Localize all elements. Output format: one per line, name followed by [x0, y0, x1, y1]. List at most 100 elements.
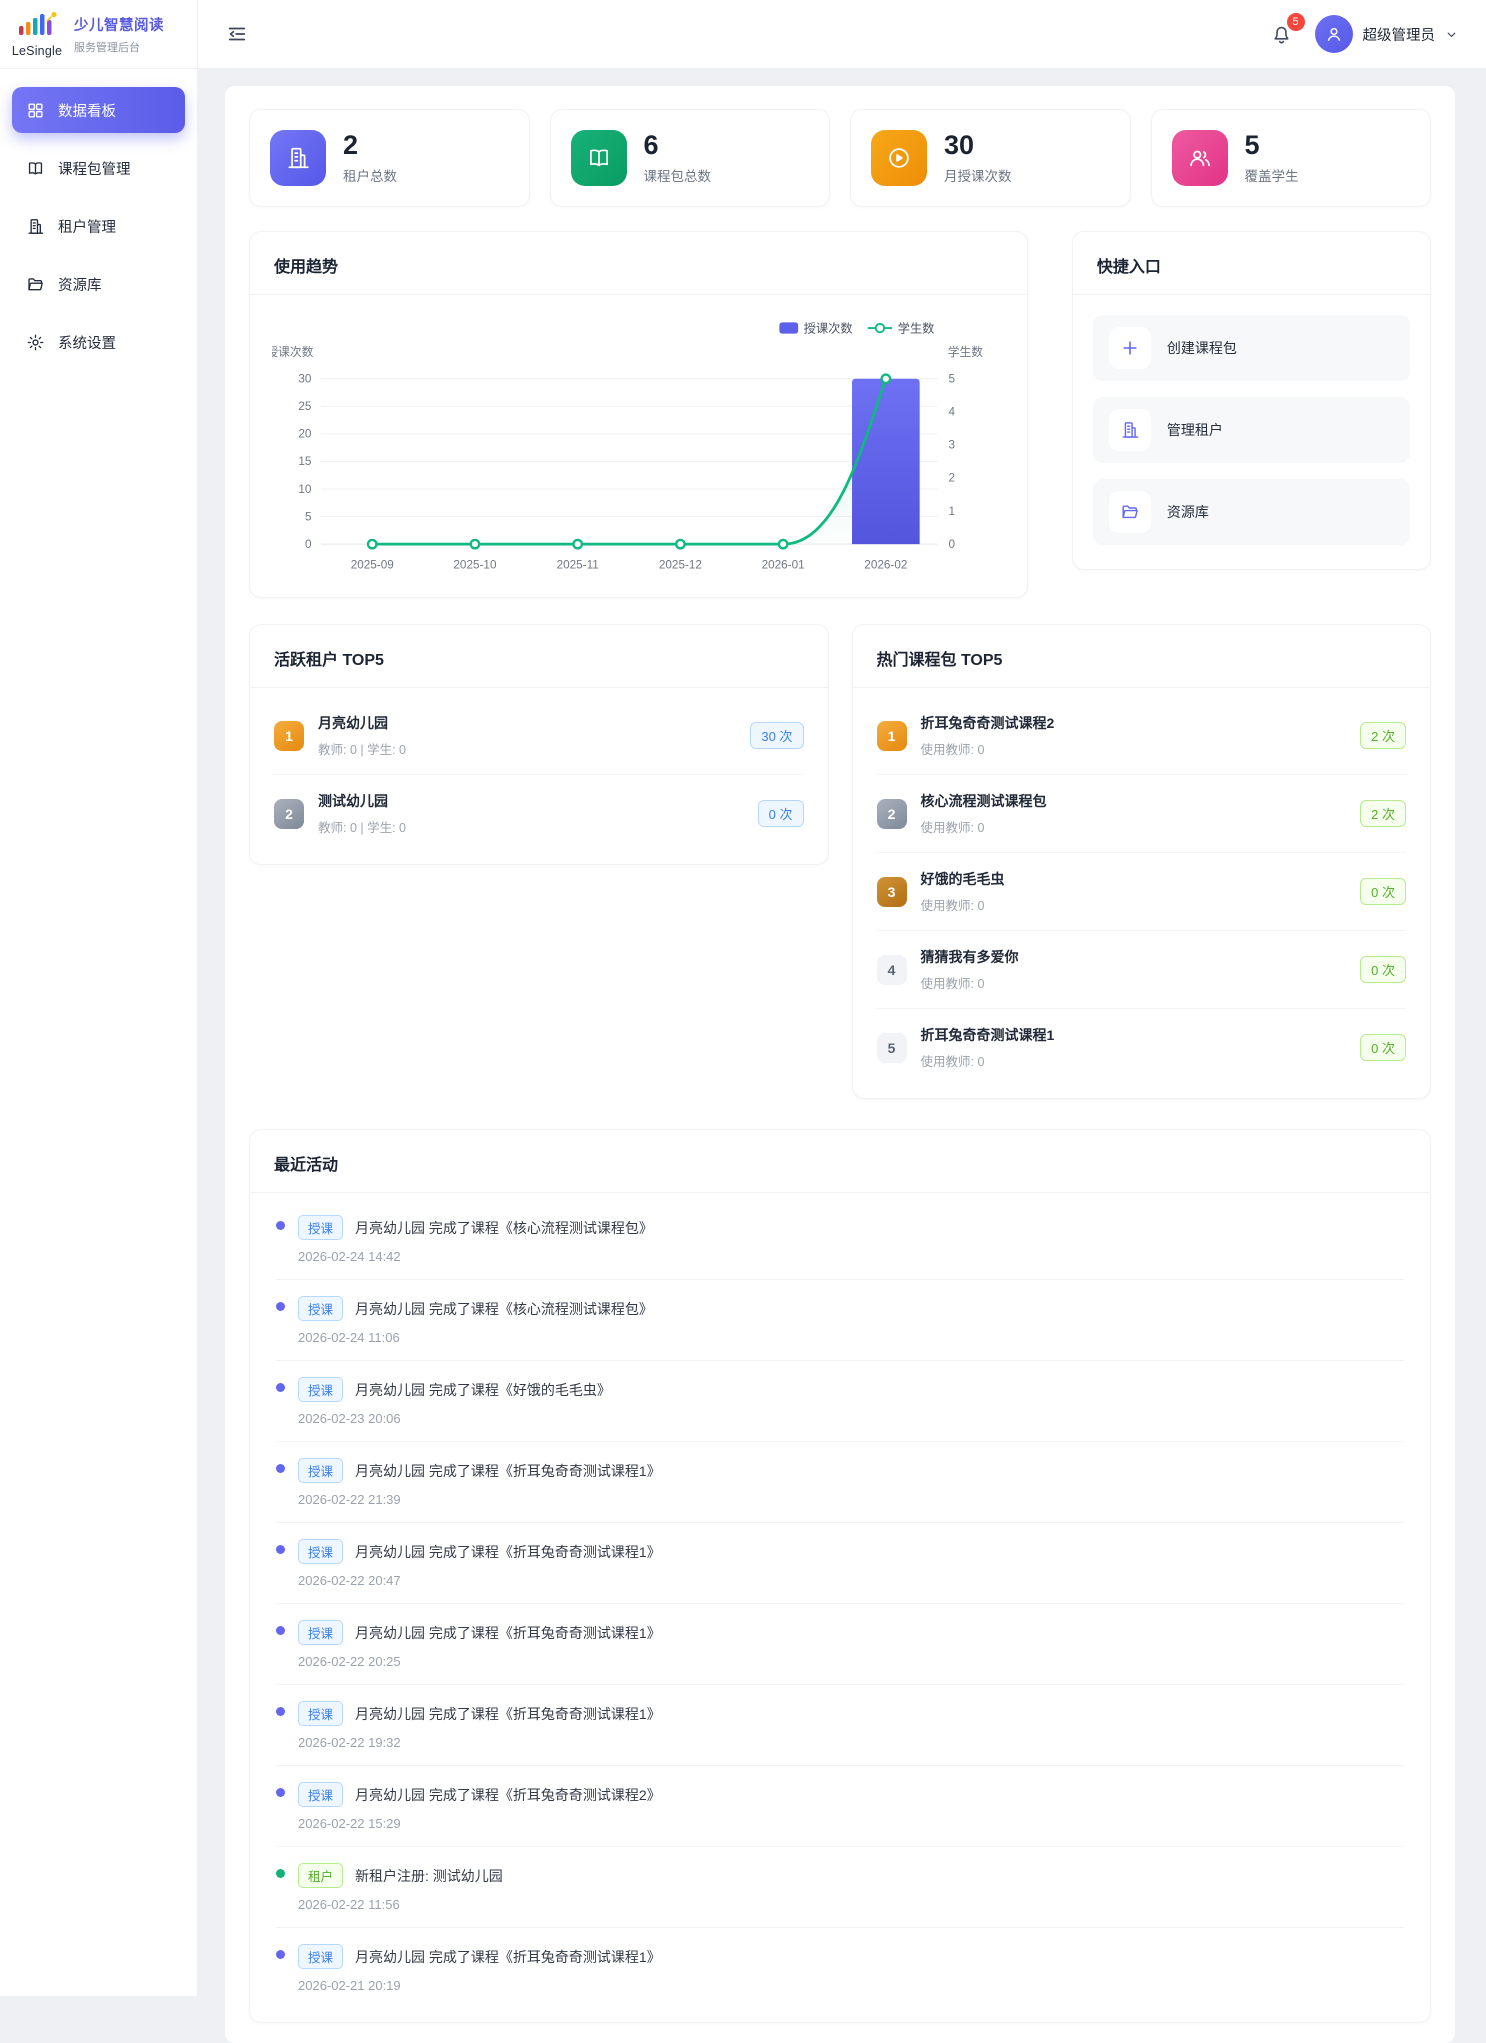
package-name: 折耳兔奇奇测试课程2: [921, 713, 1055, 733]
building-icon: [270, 130, 326, 186]
svg-text:30: 30: [298, 373, 312, 386]
card-title: 使用趋势: [250, 232, 1027, 295]
logo-bars-icon: [15, 11, 59, 42]
activity-item: 授课 月亮幼儿园 完成了课程《好饿的毛毛虫》 2026-02-23 20:06: [276, 1361, 1404, 1442]
person-icon: [1324, 24, 1344, 44]
sidebar: LeSingle 少儿智慧阅读 服务管理后台 数据看板 课程包: [0, 0, 198, 1996]
activity-tag: 租户: [298, 1863, 343, 1888]
tenant-name: 测试幼儿园: [318, 791, 406, 811]
svg-text:2: 2: [948, 472, 955, 485]
quick-entry-card: 快捷入口 创建课程包 管理租户: [1072, 231, 1431, 570]
activity-text: 月亮幼儿园 完成了课程《好饿的毛毛虫》: [355, 1380, 611, 1400]
activity-dot: [276, 1626, 285, 1635]
usage-trend-card: 使用趋势 051015202530012345授课次数学生数2025-09202…: [249, 231, 1028, 598]
count-badge: 2 次: [1360, 800, 1406, 827]
list-item: 2 测试幼儿园 教师: 0 | 学生: 0 0 次: [274, 775, 804, 852]
stat-value: 2: [343, 131, 397, 159]
activity-tag: 授课: [298, 1539, 343, 1564]
user-menu[interactable]: 超级管理员: [1315, 15, 1459, 53]
list-item: 4 猜猜我有多爱你 使用教师: 0 0 次: [877, 931, 1407, 1009]
sidebar-menu: 数据看板 课程包管理 租户管理: [0, 69, 197, 365]
list-item: 1 折耳兔奇奇测试课程2 使用教师: 0 2 次: [877, 697, 1407, 775]
building-icon: [26, 217, 45, 236]
package-name: 好饿的毛毛虫: [921, 869, 1005, 889]
package-name: 猜猜我有多爱你: [921, 947, 1019, 967]
svg-text:10: 10: [298, 483, 312, 496]
collapse-sidebar-button[interactable]: [222, 19, 252, 49]
quick-entry-manage-tenants[interactable]: 管理租户: [1093, 397, 1410, 463]
activity-dot: [276, 1545, 285, 1554]
sidebar-item-course-packages[interactable]: 课程包管理: [12, 145, 185, 191]
activity-tag: 授课: [298, 1782, 343, 1807]
package-name: 折耳兔奇奇测试课程1: [921, 1025, 1055, 1045]
activity-tag: 授课: [298, 1458, 343, 1483]
count-badge: 2 次: [1360, 722, 1406, 749]
activity-item: 授课 月亮幼儿园 完成了课程《折耳兔奇奇测试课程1》 2026-02-22 20…: [276, 1604, 1404, 1685]
stat-label: 覆盖学生: [1245, 165, 1299, 185]
activity-text: 月亮幼儿园 完成了课程《核心流程测试课程包》: [355, 1299, 653, 1319]
activity-tag: 授课: [298, 1701, 343, 1726]
svg-text:授课次数: 授课次数: [804, 321, 853, 336]
chevron-down-icon: [1445, 28, 1458, 41]
activity-item: 授课 月亮幼儿园 完成了课程《核心流程测试课程包》 2026-02-24 14:…: [276, 1199, 1404, 1280]
svg-text:2025-12: 2025-12: [659, 559, 702, 572]
stat-value: 5: [1245, 131, 1299, 159]
sidebar-item-dashboard[interactable]: 数据看板: [12, 87, 185, 133]
gear-icon: [26, 333, 45, 352]
quick-entry-label: 资源库: [1167, 502, 1209, 522]
activity-tag: 授课: [298, 1620, 343, 1645]
sidebar-item-resources[interactable]: 资源库: [12, 261, 185, 307]
rank-badge: 3: [877, 877, 907, 907]
activity-text: 月亮幼儿园 完成了课程《核心流程测试课程包》: [355, 1218, 653, 1238]
stat-value: 6: [644, 131, 712, 159]
activity-time: 2026-02-22 21:39: [298, 1492, 661, 1507]
tenant-sub: 教师: 0 | 学生: 0: [318, 739, 406, 758]
sidebar-item-label: 资源库: [58, 274, 102, 295]
avatar: [1315, 15, 1353, 53]
hot-packages-card: 热门课程包 TOP5 1 折耳兔奇奇测试课程2 使用教师: 0 2 次 2 核心…: [852, 624, 1432, 1099]
stat-label: 月授课次数: [944, 165, 1012, 185]
svg-text:5: 5: [305, 510, 312, 523]
svg-text:2025-11: 2025-11: [557, 559, 599, 572]
quick-entry-resources[interactable]: 资源库: [1093, 479, 1410, 545]
activity-dot: [276, 1464, 285, 1473]
sidebar-item-label: 数据看板: [58, 100, 116, 121]
topbar: 5 超级管理员: [198, 0, 1486, 69]
quick-entry-create-package[interactable]: 创建课程包: [1093, 315, 1410, 381]
activity-dot: [276, 1221, 285, 1230]
rank-badge: 1: [877, 721, 907, 751]
quick-entry-label: 管理租户: [1167, 420, 1223, 440]
package-sub: 使用教师: 0: [921, 1051, 1055, 1070]
activity-time: 2026-02-24 14:42: [298, 1249, 653, 1264]
package-sub: 使用教师: 0: [921, 817, 1047, 836]
activity-dot: [276, 1950, 285, 1959]
activity-text: 月亮幼儿园 完成了课程《折耳兔奇奇测试课程1》: [355, 1704, 661, 1724]
svg-text:2026-01: 2026-01: [762, 559, 805, 572]
svg-text:0: 0: [948, 538, 955, 551]
activity-item: 授课 月亮幼儿园 完成了课程《折耳兔奇奇测试课程1》 2026-02-22 21…: [276, 1442, 1404, 1523]
rank-badge: 2: [274, 799, 304, 829]
svg-text:2025-09: 2025-09: [351, 559, 394, 572]
usage-trend-chart[interactable]: 051015202530012345授课次数学生数2025-092025-102…: [272, 313, 1005, 587]
activity-tag: 授课: [298, 1944, 343, 1969]
package-sub: 使用教师: 0: [921, 739, 1055, 758]
activity-time: 2026-02-22 20:47: [298, 1573, 661, 1588]
activity-time: 2026-02-21 20:19: [298, 1978, 661, 1993]
stat-value: 30: [944, 131, 1012, 159]
svg-text:4: 4: [948, 406, 955, 419]
dashboard-icon: [26, 101, 45, 120]
sidebar-item-settings[interactable]: 系统设置: [12, 319, 185, 365]
activity-time: 2026-02-22 11:56: [298, 1897, 503, 1912]
stat-label: 课程包总数: [644, 165, 712, 185]
stat-card-course-packages: 6 课程包总数: [550, 109, 831, 207]
notifications-button[interactable]: 5: [1268, 21, 1295, 48]
active-tenants-card: 活跃租户 TOP5 1 月亮幼儿园 教师: 0 | 学生: 0 30 次 2 测…: [249, 624, 829, 865]
book-icon: [26, 159, 45, 178]
svg-text:2026-02: 2026-02: [864, 559, 907, 572]
card-title: 热门课程包 TOP5: [853, 625, 1431, 688]
book-icon: [571, 130, 627, 186]
svg-text:授课次数: 授课次数: [272, 345, 314, 359]
activity-time: 2026-02-22 20:25: [298, 1654, 661, 1669]
sidebar-item-tenants[interactable]: 租户管理: [12, 203, 185, 249]
activity-text: 月亮幼儿园 完成了课程《折耳兔奇奇测试课程1》: [355, 1623, 661, 1643]
